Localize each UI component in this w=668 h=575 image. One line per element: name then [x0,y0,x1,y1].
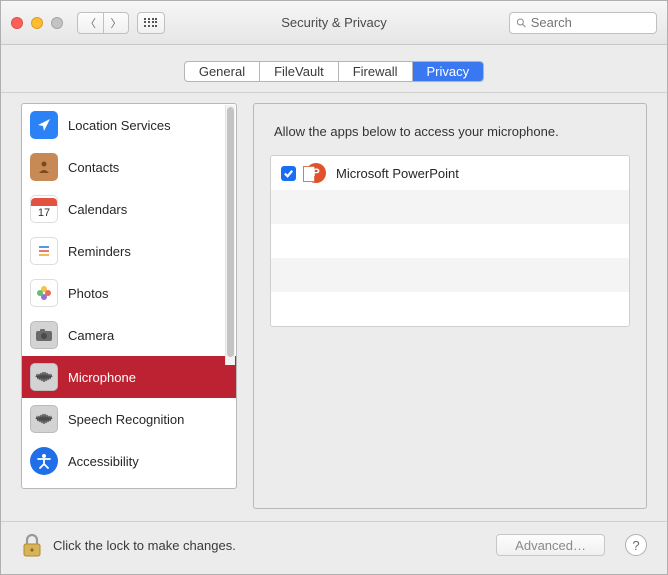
footer: Click the lock to make changes. Advanced… [1,522,667,574]
sidebar-item-label: Microphone [68,370,136,385]
reminders-icon [30,237,58,265]
tab-filevault[interactable]: FileVault [260,62,339,81]
nav-back-forward: 〈 〉 [77,12,129,34]
help-button[interactable]: ? [625,534,647,556]
tab-privacy[interactable]: Privacy [413,62,484,81]
help-icon: ? [632,538,639,553]
sidebar-item-label: Contacts [68,160,119,175]
microphone-icon [30,363,58,391]
chevron-left-icon: 〈 [85,15,96,31]
sidebar-item-label: Camera [68,328,114,343]
scrollbar-thumb[interactable] [227,107,234,357]
search-icon [516,17,527,29]
app-row-empty [271,190,629,224]
advanced-button[interactable]: Advanced… [496,534,605,556]
back-button[interactable]: 〈 [77,12,103,34]
minimize-window-button[interactable] [31,17,43,29]
sidebar-scrollbar[interactable] [225,105,235,365]
grid-icon [144,18,158,28]
sidebar-item-microphone[interactable]: Microphone [22,356,236,398]
content-area: Location Services Contacts 17 Calendars [1,93,667,521]
sidebar-item-photos[interactable]: Photos [22,272,236,314]
powerpoint-icon: P [306,163,326,183]
accessibility-icon [30,447,58,475]
check-icon [283,168,294,179]
window-controls [11,17,63,29]
sidebar-item-speech[interactable]: Speech Recognition [22,398,236,440]
sidebar-item-reminders[interactable]: Reminders [22,230,236,272]
sidebar-item-location[interactable]: Location Services [22,104,236,146]
zoom-window-button [51,17,63,29]
forward-button[interactable]: 〉 [103,12,129,34]
camera-icon [30,321,58,349]
sidebar-item-label: Photos [68,286,108,301]
sidebar-item-contacts[interactable]: Contacts [22,146,236,188]
sidebar-item-camera[interactable]: Camera [22,314,236,356]
calendar-day: 17 [38,206,50,220]
calendar-icon: 17 [30,195,58,223]
tab-firewall[interactable]: Firewall [339,62,413,81]
sidebar-item-label: Accessibility [68,454,139,469]
privacy-sidebar: Location Services Contacts 17 Calendars [21,103,237,489]
tab-segmented-control: General FileVault Firewall Privacy [184,61,484,82]
app-checkbox[interactable] [281,166,296,181]
search-field[interactable] [509,12,657,34]
sidebar-item-label: Calendars [68,202,127,217]
tab-general[interactable]: General [185,62,260,81]
photos-icon [30,279,58,307]
sidebar-item-label: Reminders [68,244,131,259]
lock-text: Click the lock to make changes. [53,538,236,553]
detail-heading: Allow the apps below to access your micr… [274,124,626,139]
app-row[interactable]: P Microsoft PowerPoint [271,156,629,190]
window-title: Security & Privacy [281,15,386,30]
app-row-empty [271,258,629,292]
tab-row: General FileVault Firewall Privacy [1,45,667,92]
search-input[interactable] [531,15,650,30]
sidebar-list[interactable]: Location Services Contacts 17 Calendars [22,104,236,488]
app-list: P Microsoft PowerPoint [270,155,630,327]
titlebar: 〈 〉 Security & Privacy [1,1,667,45]
app-name: Microsoft PowerPoint [336,166,459,181]
contacts-icon [30,153,58,181]
speech-icon [30,405,58,433]
chevron-right-icon: 〉 [111,15,122,31]
app-row-empty [271,292,629,326]
detail-panel: Allow the apps below to access your micr… [253,103,647,509]
sidebar-item-calendars[interactable]: 17 Calendars [22,188,236,230]
sidebar-item-label: Speech Recognition [68,412,184,427]
show-all-button[interactable] [137,12,165,34]
preferences-window: 〈 〉 Security & Privacy General FileVault… [0,0,668,575]
lock-icon[interactable] [21,532,43,558]
close-window-button[interactable] [11,17,23,29]
location-icon [30,111,58,139]
app-row-empty [271,224,629,258]
sidebar-item-label: Location Services [68,118,171,133]
sidebar-item-accessibility[interactable]: Accessibility [22,440,236,482]
